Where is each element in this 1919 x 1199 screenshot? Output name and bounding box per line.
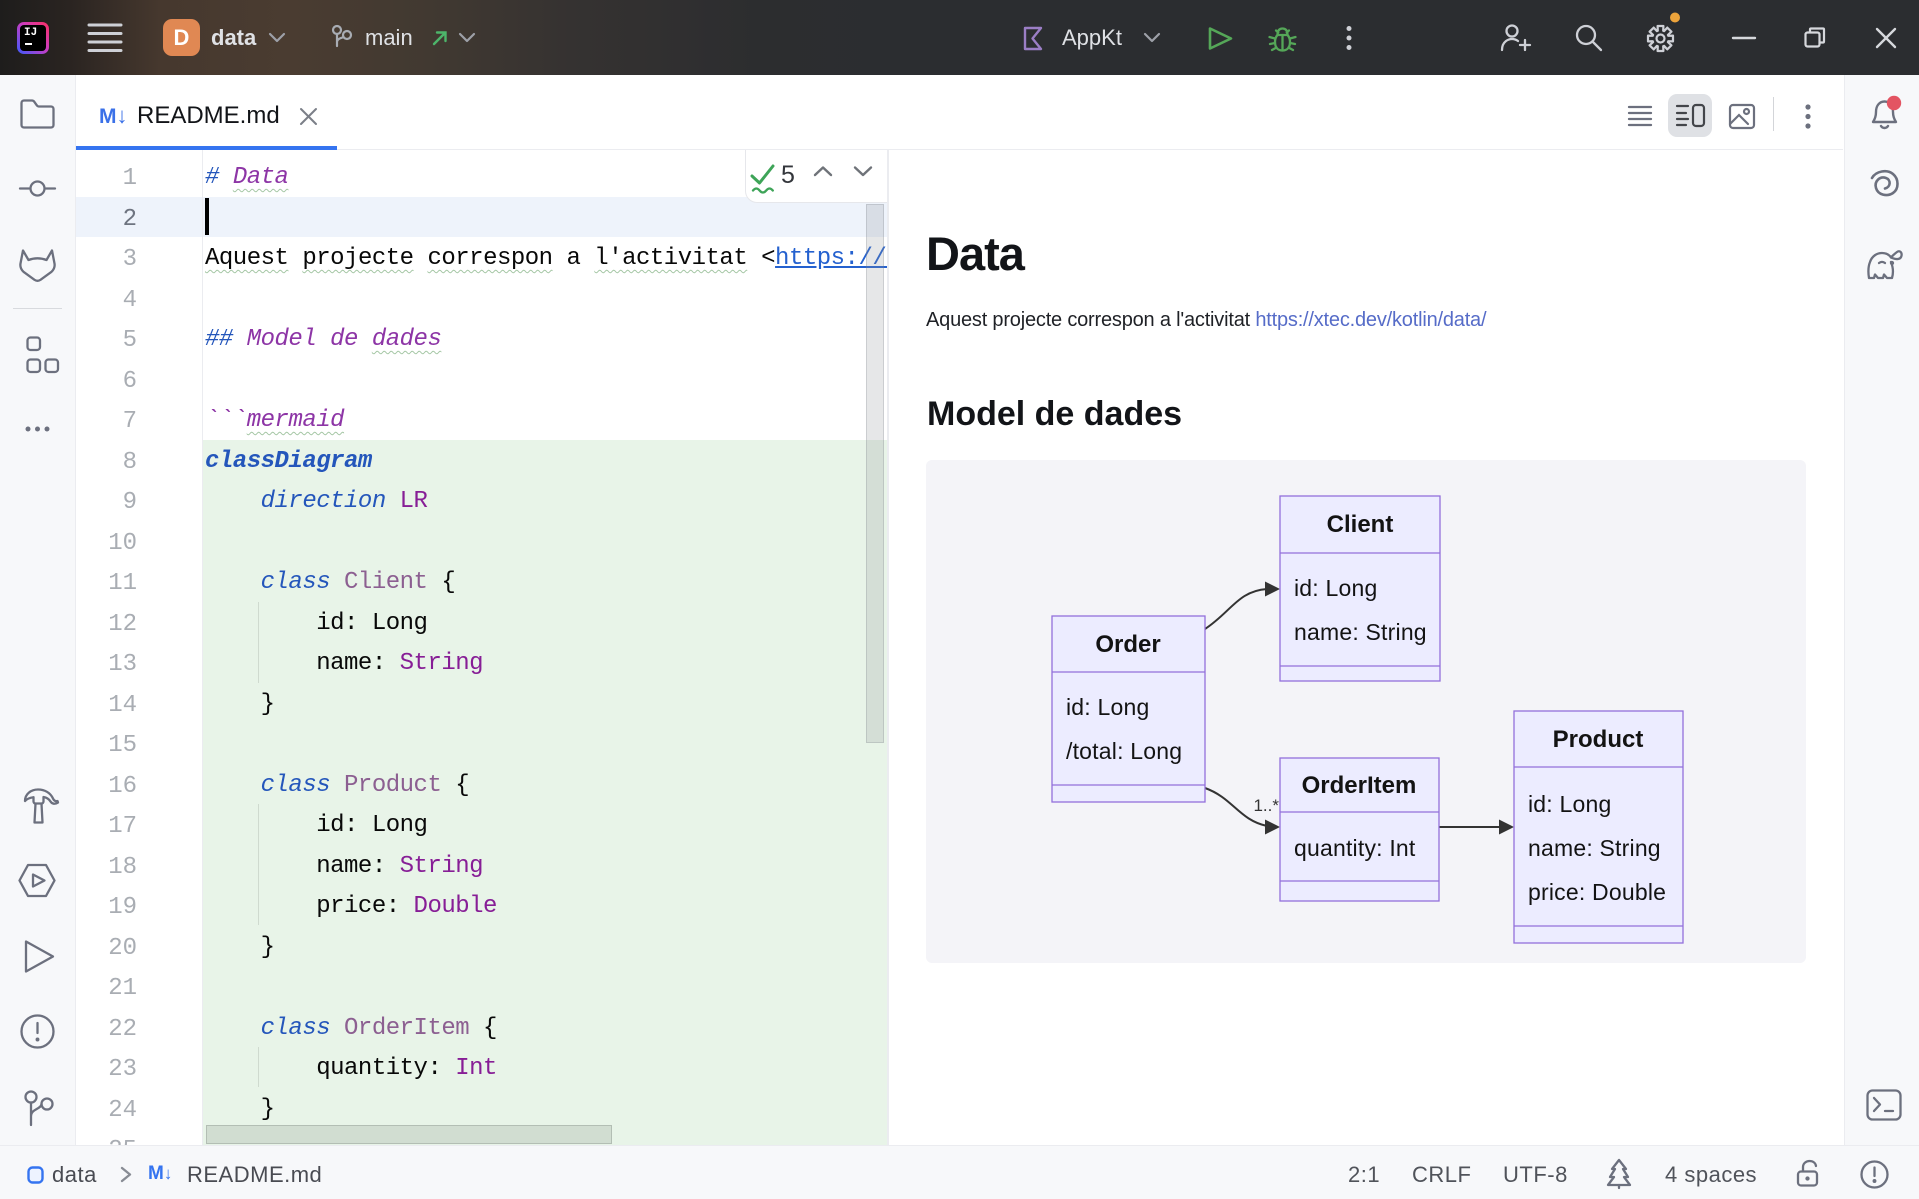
svg-text:id: Long: id: Long <box>1294 575 1377 601</box>
svg-text:quantity: Int: quantity: Int <box>1294 835 1416 861</box>
svg-text:/total: Long: /total: Long <box>1066 738 1182 764</box>
svg-text:Product: Product <box>1553 726 1644 753</box>
svg-text:name: String: name: String <box>1528 835 1661 861</box>
svg-text:price: Double: price: Double <box>1528 879 1666 905</box>
svg-text:Order: Order <box>1095 631 1160 658</box>
svg-text:id: Long: id: Long <box>1528 791 1611 817</box>
svg-text:id: Long: id: Long <box>1066 694 1149 720</box>
svg-text:OrderItem: OrderItem <box>1302 772 1417 799</box>
svg-text:name: String: name: String <box>1294 619 1427 645</box>
svg-text:Client: Client <box>1327 511 1394 538</box>
svg-text:1..*: 1..* <box>1253 796 1279 815</box>
